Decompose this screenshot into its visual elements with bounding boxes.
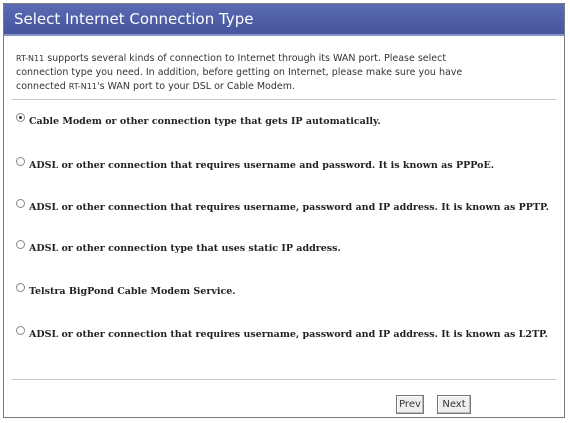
option-label: Cable Modem or other connection type tha…	[29, 115, 381, 127]
model-name: RT-N11	[68, 82, 97, 91]
radio-button[interactable]	[16, 239, 25, 249]
page-title: Select Internet Connection Type	[14, 10, 254, 28]
option-bigpond[interactable]: Telstra BigPond Cable Modem Service.	[16, 281, 236, 301]
prev-button[interactable]: Prev	[396, 395, 424, 414]
option-static-ip[interactable]: ADSL or other connection type that uses …	[16, 238, 341, 258]
title-bar: Select Internet Connection Type	[4, 4, 564, 36]
description-line-1: RT-N11 supports several kinds of connect…	[16, 53, 447, 64]
divider	[12, 379, 556, 380]
option-label: ADSL or other connection that requires u…	[29, 328, 548, 340]
wizard-frame: Select Internet Connection Type RT-N11 s…	[3, 3, 565, 418]
radio-button[interactable]	[16, 325, 25, 335]
model-name: RT-N11	[16, 54, 45, 63]
option-label: Telstra BigPond Cable Modem Service.	[29, 285, 236, 297]
description-line-3: connected RT-N11's WAN port to your DSL …	[16, 81, 296, 92]
radio-button[interactable]	[16, 112, 25, 122]
radio-button[interactable]	[16, 156, 25, 166]
next-button[interactable]: Next	[437, 395, 471, 414]
option-label: ADSL or other connection that requires u…	[29, 201, 549, 213]
divider	[12, 99, 556, 100]
option-automatic-ip[interactable]: Cable Modem or other connection type tha…	[16, 111, 381, 131]
description-line-2: connection type you need. In addition, b…	[16, 67, 463, 78]
option-l2tp[interactable]: ADSL or other connection that requires u…	[16, 324, 548, 344]
option-label: ADSL or other connection type that uses …	[29, 242, 341, 254]
option-label: ADSL or other connection that requires u…	[29, 159, 495, 171]
option-pppoe[interactable]: ADSL or other connection that requires u…	[16, 155, 494, 175]
description-text: RT-N11 supports several kinds of connect…	[16, 52, 552, 94]
option-pptp[interactable]: ADSL or other connection that requires u…	[16, 197, 549, 217]
radio-button[interactable]	[16, 198, 25, 208]
radio-button[interactable]	[16, 282, 25, 292]
